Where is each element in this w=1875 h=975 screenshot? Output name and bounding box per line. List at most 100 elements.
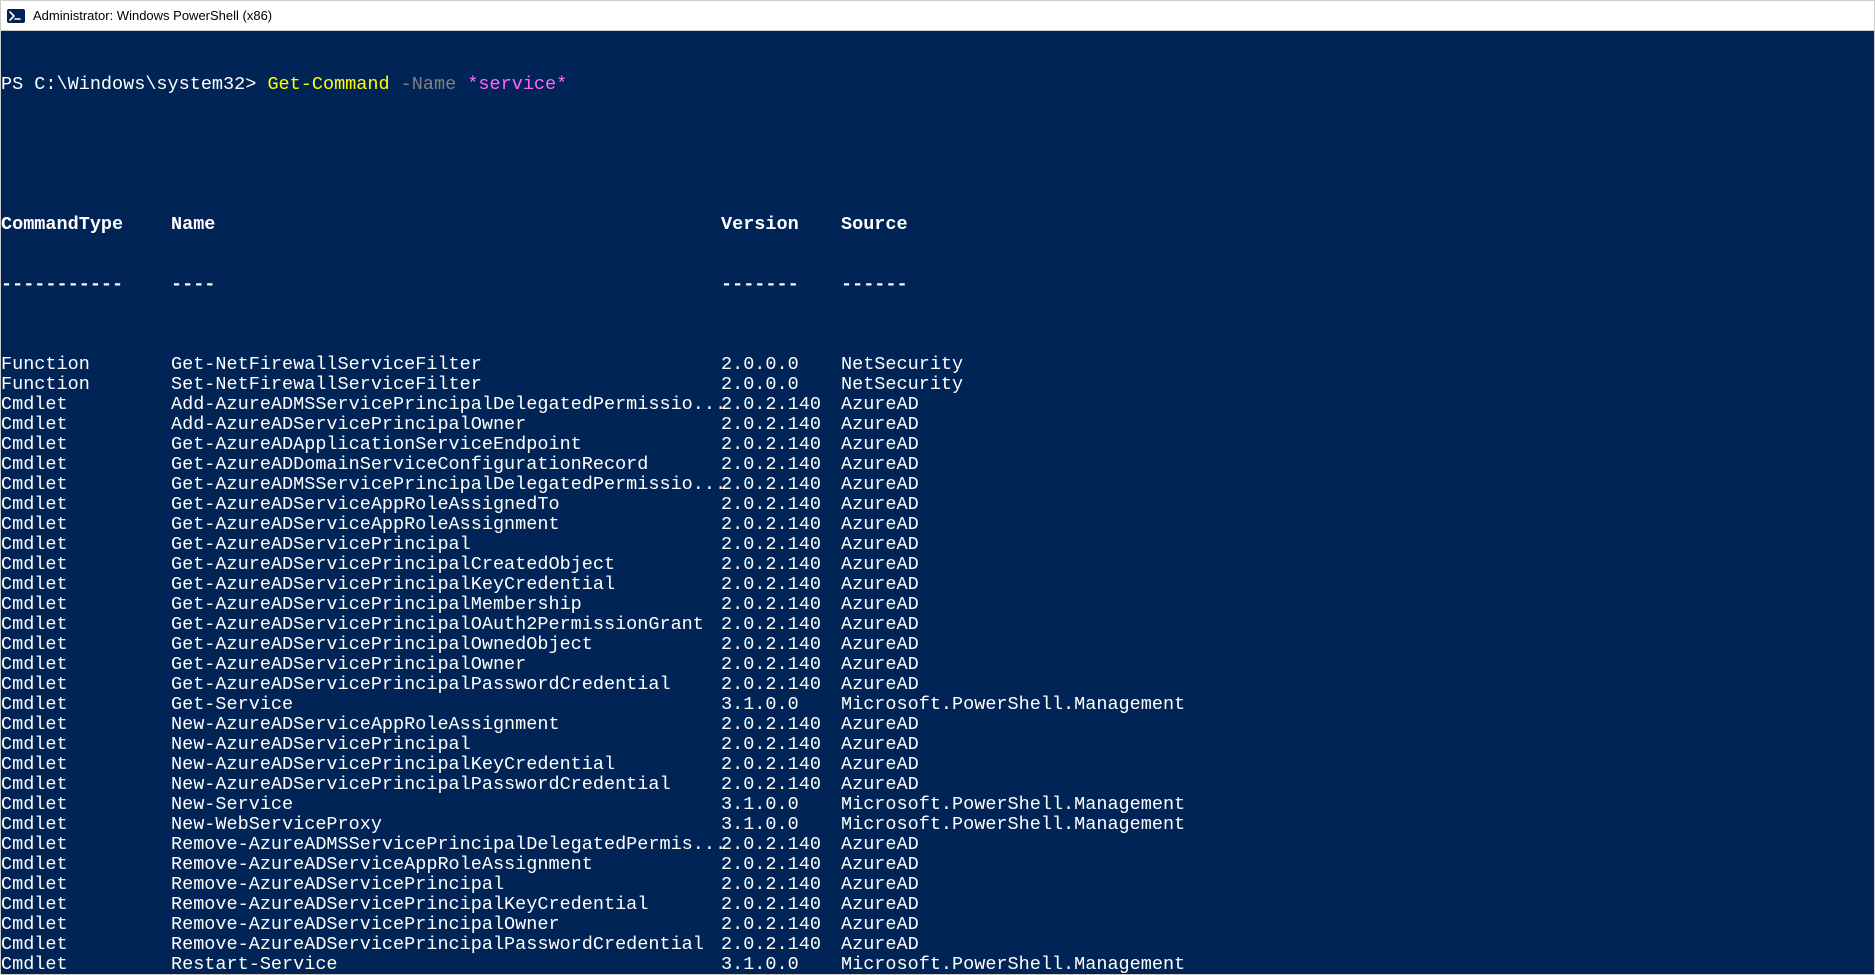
table-body: FunctionGet-NetFirewallServiceFilter2.0.…: [1, 355, 1874, 974]
cell-name: Get-AzureADServicePrincipalOAuth2Permiss…: [171, 615, 721, 635]
table-underline-row: ----------- ---- ------- ------: [1, 275, 1874, 295]
cell-version: 2.0.2.140: [721, 575, 841, 595]
cell-commandtype: Function: [1, 375, 171, 395]
cell-commandtype: Cmdlet: [1, 695, 171, 715]
cell-commandtype: Cmdlet: [1, 815, 171, 835]
table-row: CmdletGet-AzureADServicePrincipal2.0.2.1…: [1, 535, 1874, 555]
cell-name: Get-AzureADServicePrincipalCreatedObject: [171, 555, 721, 575]
prompt-line: PS C:\Windows\system32> Get-Command -Nam…: [1, 75, 1874, 95]
cell-source: AzureAD: [841, 435, 1874, 455]
cell-source: AzureAD: [841, 835, 1874, 855]
cell-source: AzureAD: [841, 655, 1874, 675]
cell-name: New-AzureADServicePrincipalPasswordCrede…: [171, 775, 721, 795]
cell-version: 2.0.2.140: [721, 555, 841, 575]
cell-version: 2.0.2.140: [721, 515, 841, 535]
titlebar[interactable]: Administrator: Windows PowerShell (x86): [1, 1, 1874, 31]
cell-source: AzureAD: [841, 855, 1874, 875]
cell-source: AzureAD: [841, 775, 1874, 795]
table-row: FunctionSet-NetFirewallServiceFilter2.0.…: [1, 375, 1874, 395]
cell-version: 2.0.2.140: [721, 855, 841, 875]
cell-name: Get-AzureADServicePrincipalOwnedObject: [171, 635, 721, 655]
cell-commandtype: Cmdlet: [1, 575, 171, 595]
cell-version: 2.0.2.140: [721, 475, 841, 495]
cell-commandtype: Cmdlet: [1, 915, 171, 935]
cell-source: NetSecurity: [841, 355, 1874, 375]
cell-name: Get-AzureADServicePrincipalOwner: [171, 655, 721, 675]
table-row: CmdletRemove-AzureADServicePrincipalKeyC…: [1, 895, 1874, 915]
header-commandtype: CommandType: [1, 215, 171, 235]
table-row: CmdletAdd-AzureADMSServicePrincipalDeleg…: [1, 395, 1874, 415]
cell-source: AzureAD: [841, 615, 1874, 635]
cell-version: 2.0.2.140: [721, 875, 841, 895]
table-row: CmdletNew-AzureADServicePrincipalPasswor…: [1, 775, 1874, 795]
cell-source: AzureAD: [841, 395, 1874, 415]
cell-name: New-AzureADServicePrincipal: [171, 735, 721, 755]
cell-version: 2.0.2.140: [721, 775, 841, 795]
cell-commandtype: Cmdlet: [1, 475, 171, 495]
cell-version: 2.0.2.140: [721, 595, 841, 615]
prompt-cmd: Get-Command: [267, 74, 389, 95]
cell-name: New-AzureADServicePrincipalKeyCredential: [171, 755, 721, 775]
table-row: CmdletGet-AzureADServicePrincipalOwner2.…: [1, 655, 1874, 675]
underline-name: ----: [171, 275, 721, 295]
cell-version: 2.0.0.0: [721, 375, 841, 395]
table-row: CmdletRemove-AzureADServicePrincipal2.0.…: [1, 875, 1874, 895]
cell-name: New-Service: [171, 795, 721, 815]
prompt-param-name: -Name: [390, 74, 457, 95]
table-row: CmdletGet-AzureADServicePrincipalCreated…: [1, 555, 1874, 575]
cell-name: Get-AzureADDomainServiceConfigurationRec…: [171, 455, 721, 475]
header-source: Source: [841, 215, 1874, 235]
table-row: CmdletGet-AzureADDomainServiceConfigurat…: [1, 455, 1874, 475]
cell-commandtype: Cmdlet: [1, 435, 171, 455]
table-row: CmdletRemove-AzureADServicePrincipalPass…: [1, 935, 1874, 955]
cell-source: AzureAD: [841, 895, 1874, 915]
cell-version: 2.0.2.140: [721, 755, 841, 775]
cell-name: Remove-AzureADServiceAppRoleAssignment: [171, 855, 721, 875]
cell-version: 2.0.2.140: [721, 495, 841, 515]
table-row: CmdletGet-AzureADServicePrincipalMembers…: [1, 595, 1874, 615]
underline-version: -------: [721, 275, 841, 295]
cell-version: 2.0.2.140: [721, 635, 841, 655]
cell-source: NetSecurity: [841, 375, 1874, 395]
table-row: CmdletAdd-AzureADServicePrincipalOwner2.…: [1, 415, 1874, 435]
cell-commandtype: Cmdlet: [1, 555, 171, 575]
cell-source: AzureAD: [841, 755, 1874, 775]
cell-name: Add-AzureADServicePrincipalOwner: [171, 415, 721, 435]
cell-name: Get-AzureADServicePrincipalMembership: [171, 595, 721, 615]
table-row: CmdletGet-AzureADServiceAppRoleAssignmen…: [1, 515, 1874, 535]
cell-version: 2.0.2.140: [721, 655, 841, 675]
cell-commandtype: Cmdlet: [1, 415, 171, 435]
terminal-area[interactable]: PS C:\Windows\system32> Get-Command -Nam…: [1, 31, 1874, 974]
cell-source: AzureAD: [841, 935, 1874, 955]
cell-version: 2.0.2.140: [721, 415, 841, 435]
cell-commandtype: Cmdlet: [1, 455, 171, 475]
table-row: CmdletGet-AzureADServicePrincipalOAuth2P…: [1, 615, 1874, 635]
cell-commandtype: Cmdlet: [1, 895, 171, 915]
cell-version: 2.0.2.140: [721, 395, 841, 415]
cell-commandtype: Cmdlet: [1, 595, 171, 615]
cell-name: Get-Service: [171, 695, 721, 715]
cell-version: 2.0.2.140: [721, 615, 841, 635]
cell-version: 2.0.2.140: [721, 455, 841, 475]
cell-source: AzureAD: [841, 455, 1874, 475]
cell-version: 2.0.2.140: [721, 715, 841, 735]
cell-version: 2.0.0.0: [721, 355, 841, 375]
powershell-icon: [7, 7, 25, 25]
cell-name: Get-NetFirewallServiceFilter: [171, 355, 721, 375]
table-header-row: CommandType Name Version Source: [1, 215, 1874, 235]
header-name: Name: [171, 215, 721, 235]
cell-name: Remove-AzureADServicePrincipal: [171, 875, 721, 895]
underline-commandtype: -----------: [1, 275, 171, 295]
cell-version: 2.0.2.140: [721, 915, 841, 935]
blank-line: [1, 135, 1874, 155]
cell-version: 2.0.2.140: [721, 675, 841, 695]
cell-commandtype: Cmdlet: [1, 675, 171, 695]
cell-commandtype: Cmdlet: [1, 615, 171, 635]
cell-name: Get-AzureADServiceAppRoleAssignedTo: [171, 495, 721, 515]
cell-commandtype: Cmdlet: [1, 715, 171, 735]
cell-commandtype: Cmdlet: [1, 655, 171, 675]
cell-source: Microsoft.PowerShell.Management: [841, 815, 1874, 835]
cell-commandtype: Cmdlet: [1, 755, 171, 775]
table-row: CmdletGet-AzureADServiceAppRoleAssignedT…: [1, 495, 1874, 515]
cell-version: 2.0.2.140: [721, 535, 841, 555]
